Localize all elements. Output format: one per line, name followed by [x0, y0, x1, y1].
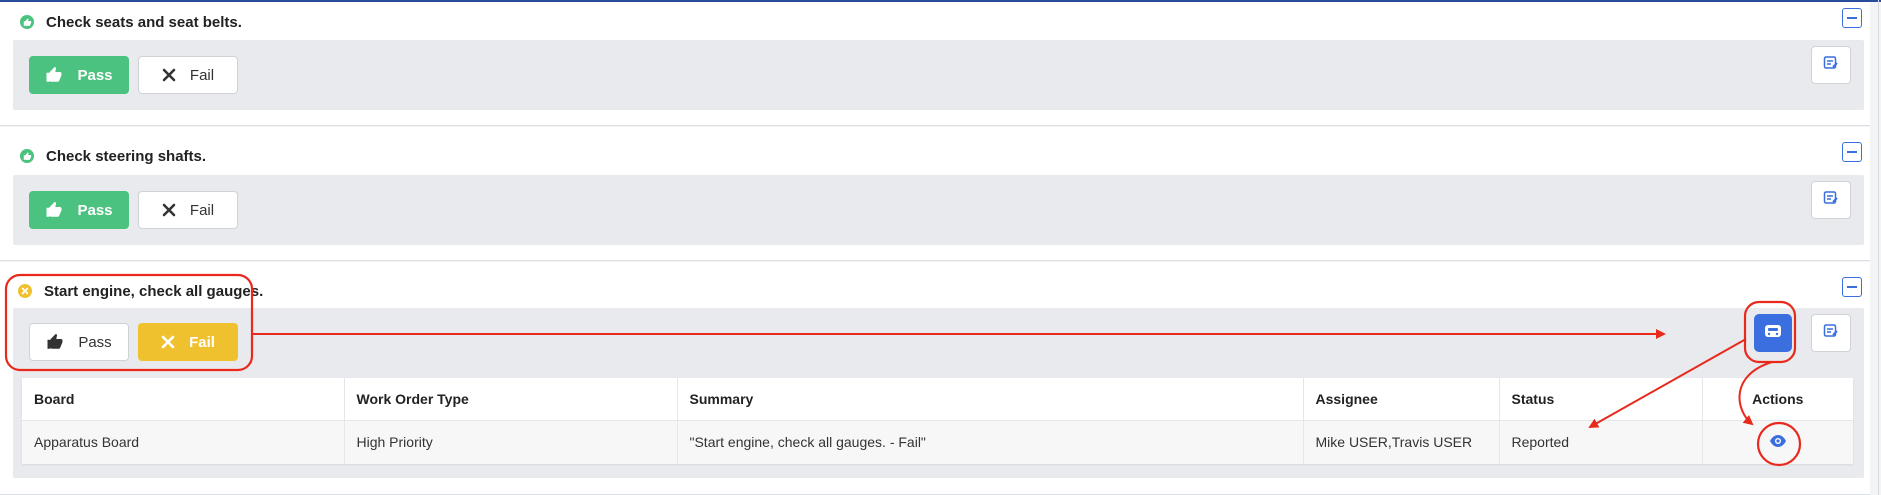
pass-status-icon [20, 149, 34, 163]
x-icon [162, 68, 176, 82]
right-border [1878, 0, 1879, 495]
cell-assignee: Mike USER,Travis USER [1303, 420, 1500, 464]
table-header-row: Board Work Order Type Summary Assignee S… [22, 378, 1853, 421]
note-edit-icon [1823, 55, 1839, 76]
add-note-button[interactable] [1811, 181, 1851, 219]
column-header-actions: Actions [1702, 378, 1853, 421]
column-header-board[interactable]: Board [22, 378, 345, 421]
table-row: Apparatus Board High Priority "Start eng… [22, 420, 1853, 464]
checklist-item-title: Check seats and seat belts. [46, 13, 242, 31]
fail-label: Fail [189, 201, 215, 219]
pass-status-icon [20, 15, 34, 29]
cell-work-order-type: High Priority [344, 420, 678, 464]
pass-label: Pass [77, 201, 113, 219]
x-icon [162, 203, 176, 217]
pass-button[interactable]: Pass [29, 323, 129, 361]
pass-label: Pass [77, 66, 113, 84]
note-edit-icon [1823, 323, 1839, 344]
add-note-button[interactable] [1811, 314, 1851, 352]
column-header-summary[interactable]: Summary [677, 378, 1304, 421]
checklist-item-2: Check steering shafts. Pass Fail [0, 127, 1870, 261]
pass-label: Pass [78, 333, 112, 351]
collapse-minus-icon[interactable] [1842, 142, 1862, 162]
checklist-item-1: Check seats and seat belts. Pass Fail [0, 2, 1870, 126]
checklist-item-title: Check steering shafts. [46, 147, 207, 165]
cell-board: Apparatus Board [22, 420, 345, 464]
fail-button[interactable]: Fail [138, 191, 238, 229]
item-panel: Pass Fail [13, 175, 1864, 245]
thumbs-up-icon [46, 333, 64, 351]
column-header-work-order-type[interactable]: Work Order Type [344, 378, 678, 421]
fail-button[interactable]: Fail [138, 56, 238, 94]
column-header-assignee[interactable]: Assignee [1303, 378, 1500, 421]
create-work-order-button[interactable] [1754, 314, 1792, 352]
work-order-table: Board Work Order Type Summary Assignee S… [22, 378, 1853, 464]
add-note-button[interactable] [1811, 46, 1851, 84]
collapse-minus-icon[interactable] [1842, 277, 1862, 297]
column-header-status[interactable]: Status [1499, 378, 1703, 421]
fail-label: Fail [189, 66, 215, 84]
view-work-order-button[interactable] [1769, 434, 1787, 451]
note-edit-icon [1823, 190, 1839, 211]
fail-button[interactable]: Fail [138, 323, 238, 361]
item-panel: Pass Fail [13, 40, 1864, 110]
checklist-item-title: Start engine, check all gauges. [44, 282, 264, 300]
eye-icon [1769, 434, 1787, 451]
collapse-minus-icon[interactable] [1842, 8, 1862, 28]
work-order-icon [1764, 324, 1782, 343]
cell-summary: "Start engine, check all gauges. - Fail" [677, 420, 1304, 464]
thumbs-up-icon [45, 201, 63, 219]
pass-button[interactable]: Pass [29, 56, 129, 94]
x-icon [161, 335, 175, 349]
fail-label: Fail [189, 333, 215, 351]
fail-status-icon [18, 284, 32, 298]
cell-actions [1702, 420, 1853, 464]
pass-button[interactable]: Pass [29, 191, 129, 229]
cell-status: Reported [1499, 420, 1703, 464]
thumbs-up-icon [45, 66, 63, 84]
